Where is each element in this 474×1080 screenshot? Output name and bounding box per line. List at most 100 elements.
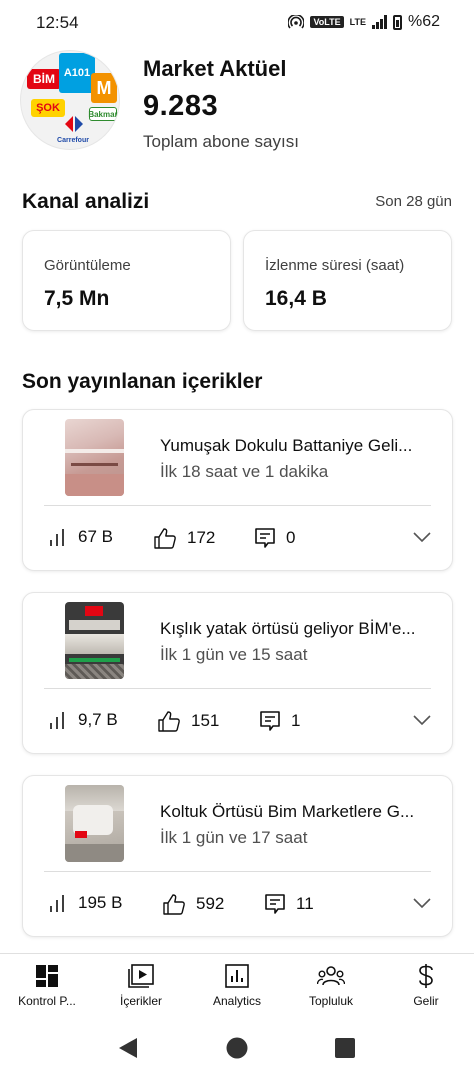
- views-stat: 195 B: [48, 893, 122, 913]
- system-nav-bar: [0, 1017, 474, 1080]
- comment-icon: [255, 528, 275, 548]
- comments-count: 11: [296, 894, 314, 913]
- bakmar-logo: Bakmar: [88, 107, 118, 121]
- nav-label: Analytics: [212, 994, 262, 1008]
- video-age: İlk 18 saat ve 1 dakika: [160, 462, 329, 481]
- comments-stat: 1: [259, 710, 300, 732]
- thumb-stripe: [71, 463, 118, 466]
- chevron-down-icon[interactable]: [412, 714, 432, 726]
- watch-time-metric-card[interactable]: İzlenme süresi (saat) 16,4 B: [243, 230, 452, 331]
- likes-count: 151: [191, 711, 220, 730]
- signal-icon: [371, 15, 387, 29]
- sok-logo: ŞOK: [31, 99, 65, 117]
- status-time: 12:54: [36, 13, 79, 32]
- thumbs-up-icon: [158, 711, 180, 732]
- thumb-stripe: [65, 449, 124, 453]
- carrefour-label: Carrefour: [57, 136, 89, 144]
- channel-avatar[interactable]: BİM A101 ŞOK M Bakmar Carrefour: [20, 50, 120, 150]
- likes-count: 172: [187, 528, 216, 547]
- channel-name: Market Aktüel: [143, 56, 287, 81]
- likes-count: 592: [196, 894, 225, 913]
- battery-percent: %62: [407, 13, 440, 30]
- lte-label: LTE: [349, 17, 366, 27]
- views-metric-card[interactable]: Görüntüleme 7,5 Mn: [22, 230, 231, 331]
- thumb-bim-badge: [75, 831, 87, 838]
- views-count: 9,7 B: [78, 710, 118, 729]
- likes-stat: 172: [153, 527, 215, 549]
- bar-chart-icon: [50, 529, 64, 546]
- nav-label: Gelir: [413, 994, 439, 1008]
- nav-label: Kontrol P...: [18, 994, 76, 1008]
- dashboard-icon: [35, 963, 59, 989]
- home-icon[interactable]: [226, 1037, 248, 1059]
- back-icon[interactable]: [117, 1037, 139, 1059]
- bar-chart-icon: [50, 712, 64, 729]
- channel-analysis-title: Kanal analizi: [22, 190, 150, 213]
- thumb-fabric: [65, 634, 124, 654]
- channel-header: BİM A101 ŞOK M Bakmar Carrefour Market A…: [20, 50, 460, 160]
- recent-content-title: Son yayınlanan içerikler: [22, 370, 263, 393]
- video-title: Yumuşak Dokulu Battaniye Geli...: [160, 436, 413, 455]
- thumbs-up-icon: [154, 528, 176, 549]
- views-stat: 67 B: [48, 527, 113, 547]
- video-title: Koltuk Örtüsü Bim Marketlere G...: [160, 802, 415, 821]
- video-card[interactable]: Kışlık yatak örtüsü geliyor BİM'e... İlk…: [22, 592, 453, 754]
- likes-stat: 592: [162, 893, 224, 915]
- battery-icon: [392, 14, 402, 30]
- recents-icon[interactable]: [334, 1037, 356, 1059]
- analytics-icon: [225, 963, 249, 989]
- metric-label: İzlenme süresi (saat): [265, 257, 405, 274]
- chevron-down-icon[interactable]: [412, 531, 432, 543]
- stats-row: 67 B 172 0: [23, 506, 454, 570]
- views-count: 195 B: [78, 893, 123, 912]
- a101-logo: A101: [59, 53, 95, 93]
- views-count: 67 B: [78, 527, 113, 546]
- nav-label: İçerikler: [119, 994, 162, 1008]
- content-icon: [128, 963, 154, 989]
- status-icons: VoLTE LTE %62: [288, 13, 440, 31]
- subscriber-count: 9.283: [143, 90, 219, 122]
- thumb-stripe: [69, 658, 120, 662]
- metric-value: 7,5 Mn: [44, 287, 110, 310]
- video-title: Kışlık yatak örtüsü geliyor BİM'e...: [160, 619, 416, 638]
- thumb-bim-badge: [85, 606, 103, 616]
- bar-chart-icon: [50, 895, 64, 912]
- nav-item-dashboard[interactable]: Kontrol P...: [0, 954, 94, 1018]
- video-thumbnail[interactable]: [65, 785, 124, 862]
- video-card[interactable]: Yumuşak Dokulu Battaniye Geli... İlk 18 …: [22, 409, 453, 571]
- stats-row: 195 B 592 11: [23, 872, 454, 936]
- comments-stat: 0: [254, 527, 295, 549]
- stats-row: 9,7 B 151 1: [23, 689, 454, 753]
- community-icon: [317, 963, 345, 989]
- video-thumbnail[interactable]: [65, 419, 124, 496]
- comments-stat: 11: [264, 893, 314, 915]
- bottom-nav: Kontrol P... İçerikler Analytics Toplulu…: [0, 953, 474, 1017]
- metric-label: Görüntüleme: [44, 257, 131, 274]
- nav-item-community[interactable]: Topluluk: [284, 954, 378, 1018]
- hotspot-icon: [288, 15, 305, 29]
- migros-logo: M: [91, 73, 117, 103]
- chevron-down-icon[interactable]: [412, 897, 432, 909]
- video-thumbnail[interactable]: [65, 602, 124, 679]
- video-age: İlk 1 gün ve 15 saat: [160, 645, 308, 664]
- video-card[interactable]: Koltuk Örtüsü Bim Marketlere G... İlk 1 …: [22, 775, 453, 937]
- nav-label: Topluluk: [308, 994, 354, 1008]
- comment-icon: [260, 711, 280, 731]
- video-age: İlk 1 gün ve 17 saat: [160, 828, 308, 847]
- comment-icon: [265, 894, 285, 914]
- metric-value: 16,4 B: [265, 287, 327, 310]
- status-bar: 12:54 VoLTE LTE %62: [0, 0, 474, 46]
- views-stat: 9,7 B: [48, 710, 118, 730]
- likes-stat: 151: [157, 710, 219, 732]
- volte-badge: VoLTE: [310, 16, 344, 28]
- nav-item-analytics[interactable]: Analytics: [190, 954, 284, 1018]
- nav-item-earn[interactable]: Gelir: [379, 954, 473, 1018]
- subscriber-label: Toplam abone sayısı: [143, 132, 299, 151]
- bim-logo: BİM: [27, 69, 61, 89]
- thumb-pattern: [65, 664, 124, 679]
- thumb-stripe: [69, 620, 120, 630]
- nav-item-content[interactable]: İçerikler: [94, 954, 188, 1018]
- thumbs-up-icon: [163, 894, 185, 915]
- comments-count: 1: [291, 711, 301, 730]
- thumb-floor: [65, 844, 124, 862]
